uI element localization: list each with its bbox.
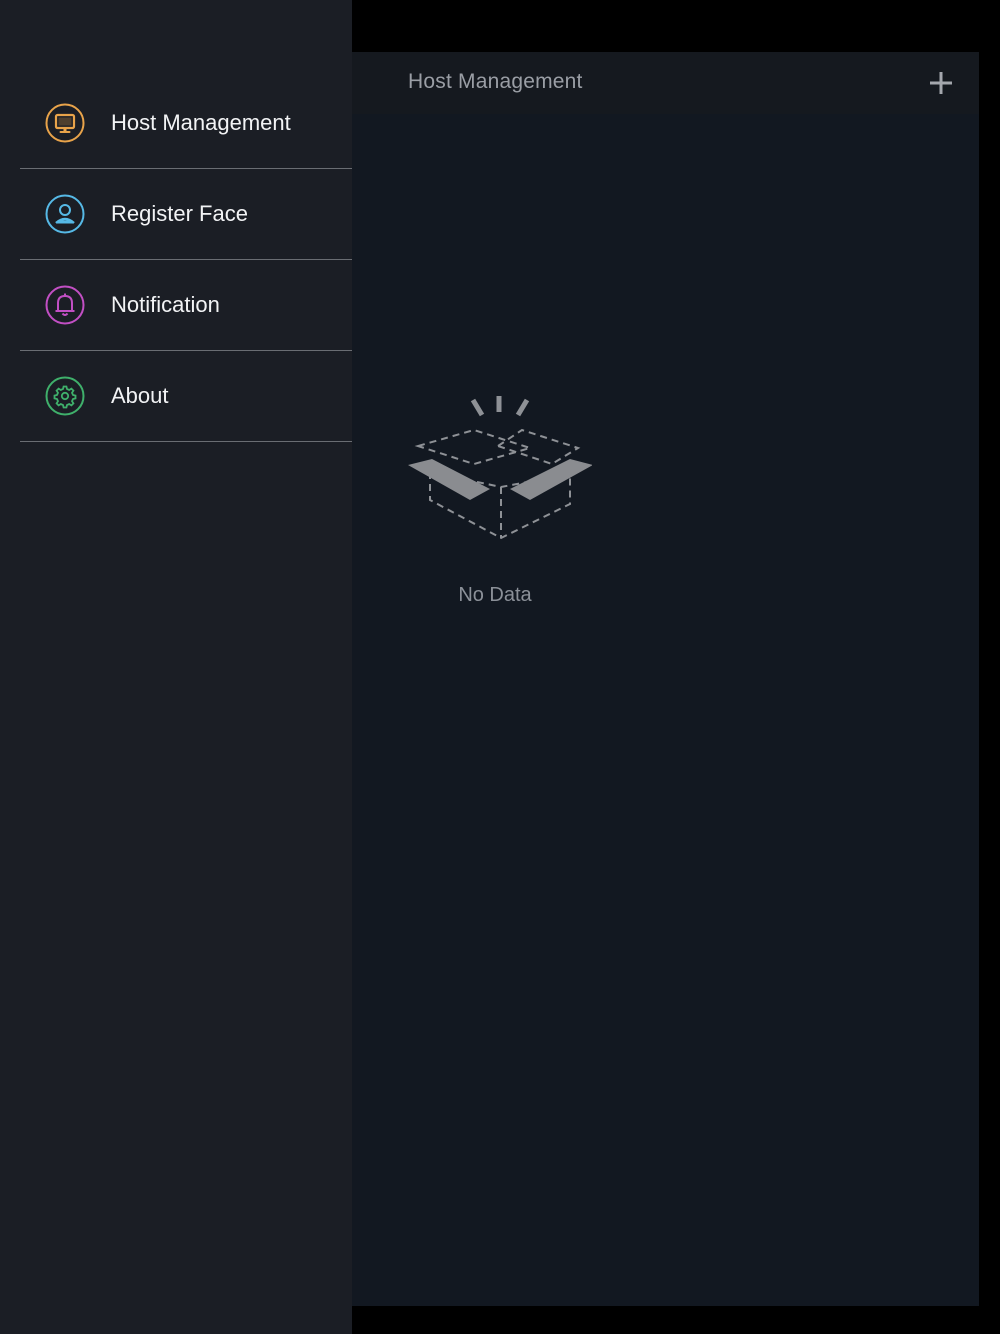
side-drawer: Host Management Register Face Notificati… [0,0,352,1334]
empty-state-text: No Data [458,584,532,606]
menu-item-about[interactable]: About [20,351,352,442]
bell-icon [45,285,85,325]
monitor-icon [45,103,85,143]
menu-label: About [111,383,169,408]
drawer-menu: Host Management Register Face Notificati… [20,78,352,442]
gear-icon [45,376,85,416]
main-header: Host Management [352,52,979,114]
menu-item-notification[interactable]: Notification [20,260,352,351]
empty-box-icon [408,396,592,540]
main-panel: Host Management No Data [352,52,979,1306]
page-title: Host Management [408,70,583,93]
menu-label: Register Face [111,201,248,226]
user-icon [45,194,85,234]
add-host-button[interactable] [925,67,957,99]
menu-label: Host Management [111,110,291,135]
menu-item-register-face[interactable]: Register Face [20,169,352,260]
app-root: Host Management No Data Host Management … [0,0,1000,1334]
menu-item-host-management[interactable]: Host Management [20,78,352,169]
empty-state: No Data [402,392,592,606]
plus-icon [930,72,952,94]
menu-label: Notification [111,292,220,317]
